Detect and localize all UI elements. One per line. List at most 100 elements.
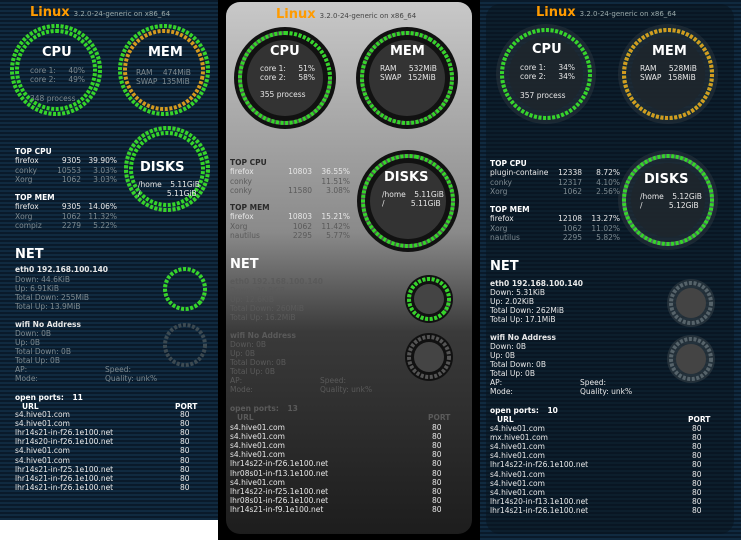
ports-url-header: URL: [497, 415, 514, 424]
cpu-core2: core 2: 58%: [260, 73, 315, 82]
cell: lhr14s21-in-f26.1e100.net: [15, 482, 114, 492]
open-ports-header: open ports: 10: [490, 406, 558, 415]
cell: lhr14s22-in-f26.1e100.net: [230, 459, 329, 469]
cell: 3.03%: [93, 165, 117, 175]
ram-usage: RAM 528MiB: [640, 64, 697, 73]
cell: lhr14s21-in-f26.1e100.net: [15, 428, 114, 438]
disks-label: DISKS: [384, 170, 429, 185]
cell: 1062: [61, 175, 81, 184]
cell: s4.hive01.com: [230, 450, 285, 460]
cell: 80: [692, 487, 702, 497]
top-cpu-header: TOP CPU: [230, 158, 267, 167]
cell: 80: [432, 450, 442, 460]
wifi-mode: Mode:: [490, 387, 513, 396]
disk-root: / 5.11GiB: [138, 189, 197, 198]
os-title: Linux 3.2.0-24-generic on x86_64: [536, 5, 677, 20]
cell: 80: [432, 495, 442, 505]
wifi-gauge: [667, 335, 715, 383]
cell: 80: [432, 486, 442, 496]
cell: compiz: [15, 221, 42, 230]
cell: s4.hive01.com: [490, 442, 545, 452]
cell: 1062: [562, 223, 582, 233]
ports-port-header: PORT: [688, 415, 711, 424]
cell: s4.hive01.com: [490, 478, 545, 488]
cell: 12338: [558, 168, 582, 177]
wifi-total-down: Total Down: 0B: [490, 360, 546, 369]
wifi-ap: AP:: [490, 378, 503, 387]
cell: 80: [692, 478, 702, 488]
conky-panel-2: Linux 3.2.0-24-generic on x86_64 CPU core…: [218, 0, 480, 540]
cell: plugin-containe: [490, 168, 549, 177]
eth0-total-up: Total Up: 16.2MiB: [230, 313, 296, 322]
wifi-header: wifi No Address: [15, 320, 81, 329]
cell: 1062: [292, 221, 312, 231]
cell: 80: [432, 441, 442, 451]
top-mem-header: TOP MEM: [15, 193, 55, 202]
cell: conky: [15, 165, 37, 175]
cell: 11.02%: [591, 223, 620, 233]
wifi-total-down: Total Down: 0B: [15, 347, 71, 356]
eth0-total-down: Total Down: 262MiB: [490, 306, 565, 315]
cell: lhr14s21-in-f26.1e100.net: [15, 473, 114, 483]
cell: s4.hive01.com: [230, 432, 285, 442]
cell: s4.hive01.com: [490, 424, 545, 433]
cell: 80: [180, 437, 190, 447]
cell: lhr08s01-in-f26.1e100.net: [230, 495, 329, 505]
cpu-core2: core 2: 34%: [520, 72, 575, 81]
cell: 5.82%: [596, 233, 620, 242]
cell: 3.08%: [326, 186, 350, 195]
eth0-down: Down: 5.31KiB: [490, 288, 546, 297]
cell: 80: [692, 442, 702, 452]
disk-root: / 5.11GiB: [382, 199, 441, 208]
cpu-core1: core 1: 51%: [260, 64, 315, 73]
top-mem-header: TOP MEM: [230, 203, 270, 212]
cell: 8.72%: [596, 168, 620, 177]
cell: s4.hive01.com: [15, 419, 70, 429]
cell: 80: [180, 419, 190, 429]
cell: 10803: [288, 212, 312, 221]
cell: Xorg: [230, 221, 248, 231]
cell: s4.hive01.com: [230, 441, 285, 451]
mem-label: MEM: [652, 44, 687, 59]
cell: 80: [692, 451, 702, 461]
cell: 14.06%: [88, 202, 117, 211]
wifi-total-down: Total Down: 0B: [230, 358, 286, 367]
cell: s4.hive01.com: [15, 410, 70, 419]
wifi-header: wifi No Address: [230, 331, 296, 340]
cell: 5.77%: [326, 231, 350, 240]
disks-label: DISKS: [140, 160, 185, 175]
cell: 10553: [57, 165, 81, 175]
cell: 2279: [61, 221, 81, 230]
eth0-up: Up: 2.02KiB: [490, 297, 535, 306]
eth0-header: eth0 192.168.100.140: [15, 265, 109, 274]
wifi-down: Down: 0B: [230, 340, 267, 349]
swap-usage: SWAP 152MiB: [380, 73, 436, 82]
cell: 80: [180, 446, 190, 456]
cell: 11.51%: [321, 176, 350, 186]
eth0-gauge: [163, 267, 207, 311]
cell: firefox: [15, 156, 39, 165]
cell: firefox: [490, 214, 514, 223]
wifi-total-up: Total Up: 0B: [15, 356, 60, 365]
wifi-up: Up: 0B: [230, 349, 256, 358]
cell: 80: [180, 410, 190, 419]
cpu-core1: core 1: 34%: [520, 63, 575, 72]
mem-label: MEM: [148, 45, 183, 60]
wifi-speed: Speed:: [320, 376, 347, 385]
wifi-down: Down: 0B: [490, 342, 527, 351]
ram-usage: RAM 474MiB: [136, 68, 191, 77]
cell: 4.10%: [596, 177, 620, 187]
cell: 80: [692, 460, 702, 470]
swap-usage: SWAP 135MiB: [136, 77, 190, 86]
eth0-total-down: Total Down: 255MiB: [15, 293, 90, 302]
cell: lhr14s21-in-f26.1e100.net: [490, 505, 589, 515]
cell: 80: [432, 468, 442, 478]
cell: 80: [432, 459, 442, 469]
cell: 11.32%: [88, 211, 117, 221]
cell: conky: [230, 176, 252, 186]
cell: 13.27%: [591, 214, 620, 223]
cell: s4.hive01.com: [15, 455, 70, 465]
wifi-quality: Quality: unk%: [580, 387, 633, 396]
cell: 10803: [288, 167, 312, 176]
cell: 9305: [61, 156, 81, 165]
